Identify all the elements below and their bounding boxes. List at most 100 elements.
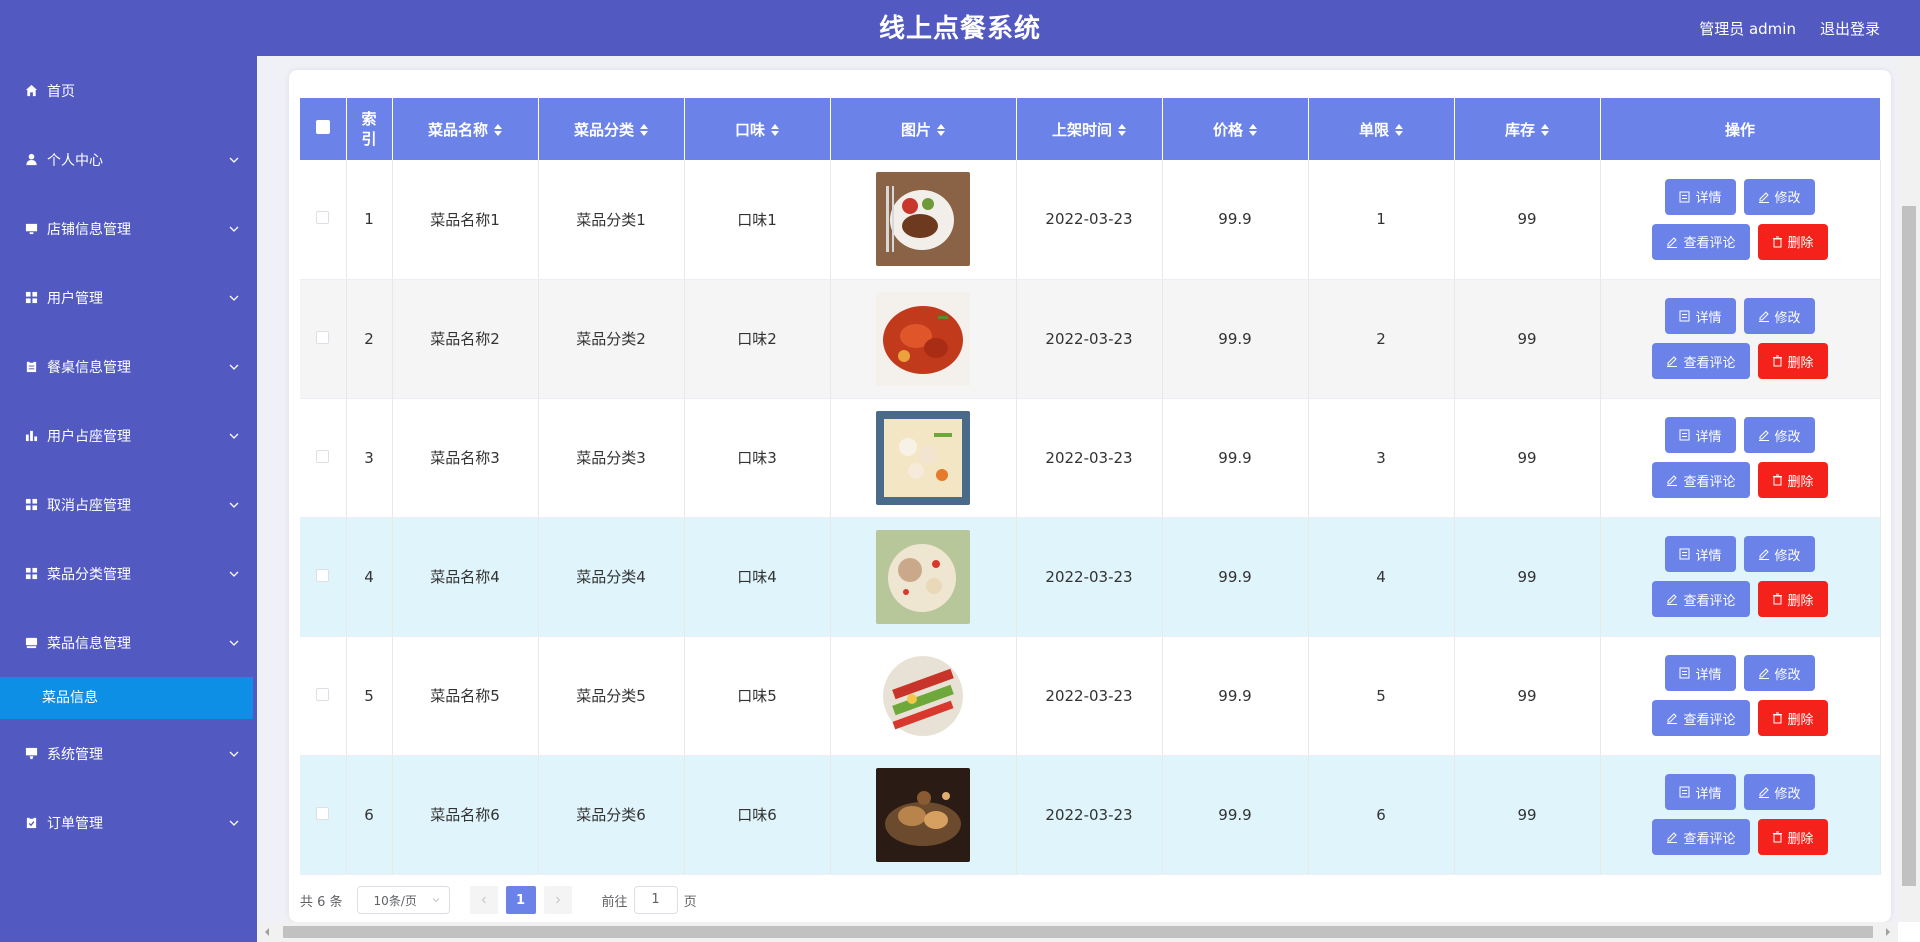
bar-chart-icon [24,429,38,443]
edit-button[interactable]: 修改 [1743,417,1815,453]
sort-icon[interactable] [1249,124,1257,136]
sidebar-item-label: 用户管理 [47,290,103,307]
column-header-date[interactable]: 上架时间 [1016,98,1163,160]
detail-button[interactable]: 详情 [1665,774,1736,810]
delete-button[interactable]: 删除 [1757,343,1828,379]
view-comments-button[interactable]: 查看评论 [1652,819,1750,855]
sidebar-item-shop-info[interactable]: 店铺信息管理 [0,194,257,263]
sidebar-item-label: 订单管理 [47,815,103,832]
cell-flavor: 口味3 [684,398,831,518]
column-header-limit[interactable]: 单限 [1308,98,1455,160]
grid-icon [24,498,38,512]
dish-image[interactable] [876,648,970,743]
edit-button[interactable]: 修改 [1743,774,1815,810]
row-checkbox[interactable] [316,687,330,701]
detail-button[interactable]: 详情 [1665,536,1736,572]
table-card: 索引 菜品名称 菜品分类 口味 图片 上架时间 价格 单限 库存 操作 1 菜品… [289,70,1891,922]
column-header-flavor[interactable]: 口味 [684,98,831,160]
cell-index: 6 [346,755,393,875]
vertical-scroll-thumb[interactable] [1902,206,1916,886]
dish-image[interactable] [876,529,970,624]
goto-prefix: 前往 [601,894,628,910]
detail-button[interactable]: 详情 [1665,178,1736,215]
column-header-stock[interactable]: 库存 [1454,98,1601,160]
row-checkbox[interactable] [316,330,330,344]
delete-button[interactable]: 删除 [1757,700,1828,736]
delete-button[interactable]: 删除 [1757,223,1828,260]
pencil-icon [1758,787,1769,798]
select-all-checkbox[interactable] [315,120,330,134]
next-page-button[interactable] [543,886,572,914]
logout-button[interactable]: 退出登录 [1820,18,1880,39]
cell-index: 3 [346,398,393,518]
view-comments-button[interactable]: 查看评论 [1652,462,1750,498]
sort-icon[interactable] [1395,124,1403,136]
row-checkbox[interactable] [316,806,330,820]
goto-page-input[interactable]: 1 [633,886,678,914]
detail-button[interactable]: 详情 [1665,417,1736,453]
edit-button[interactable]: 修改 [1743,178,1815,215]
dish-image[interactable] [876,172,970,267]
sidebar-item-cancel-reservation[interactable]: 取消占座管理 [0,470,257,539]
delete-button[interactable]: 删除 [1757,819,1828,855]
sidebar-item-user-management[interactable]: 用户管理 [0,263,257,332]
sidebar-item-dish-info[interactable]: 菜品信息管理 [0,608,257,677]
column-header-category[interactable]: 菜品分类 [538,98,685,160]
dish-image[interactable] [876,410,970,505]
chevron-down-icon [432,898,439,903]
column-header-name[interactable]: 菜品名称 [392,98,539,160]
sidebar-item-order-management[interactable]: 订单管理 [0,788,257,857]
column-header-image[interactable]: 图片 [830,98,1017,160]
sidebar-item-dish-category[interactable]: 菜品分类管理 [0,539,257,608]
column-header-price[interactable]: 价格 [1162,98,1309,160]
vertical-scrollbar[interactable] [1898,56,1920,922]
sidebar-subitem-dish-info[interactable]: 菜品信息 [0,677,253,719]
page-number-current[interactable]: 1 [505,886,536,914]
sort-icon[interactable] [771,124,779,136]
edit-button[interactable]: 修改 [1743,298,1815,334]
sort-icon[interactable] [1118,124,1126,136]
sort-icon[interactable] [494,124,502,136]
cell-stock: 99 [1454,279,1601,399]
dish-image[interactable] [876,767,970,862]
row-actions: 详情 修改 查看评论 删除 [1601,774,1880,855]
cell-name: 菜品名称4 [392,517,539,637]
select-all-header[interactable] [300,98,347,160]
prev-page-button[interactable] [469,886,498,914]
view-comments-button[interactable]: 查看评论 [1652,343,1750,379]
admin-user-label[interactable]: 管理员 admin [1699,18,1796,39]
horizontal-scroll-thumb[interactable] [283,926,1873,938]
trash-icon [1772,355,1782,367]
cell-name: 菜品名称6 [392,755,539,875]
page-size-select[interactable]: 10条/页 [356,886,450,914]
sidebar: 首页 个人中心 店铺信息管理 用户管理 餐桌信息管理 用户占座管理 取消占座管理… [0,56,257,942]
sidebar-item-table-info[interactable]: 餐桌信息管理 [0,332,257,401]
cell-name: 菜品名称3 [392,398,539,518]
view-comments-button[interactable]: 查看评论 [1652,223,1750,260]
detail-button[interactable]: 详情 [1665,655,1736,691]
row-checkbox[interactable] [316,449,330,463]
delete-button[interactable]: 删除 [1757,581,1828,617]
row-checkbox[interactable] [316,211,330,225]
view-comments-button[interactable]: 查看评论 [1652,581,1750,617]
sidebar-item-seat-reservation[interactable]: 用户占座管理 [0,401,257,470]
edit-button[interactable]: 修改 [1743,655,1815,691]
view-comments-button[interactable]: 查看评论 [1652,700,1750,736]
sort-icon[interactable] [640,124,648,136]
sort-icon[interactable] [1541,124,1549,136]
row-checkbox[interactable] [316,568,330,582]
scroll-left-icon[interactable] [263,927,271,937]
dish-image[interactable] [876,291,970,386]
detail-button[interactable]: 详情 [1665,298,1736,334]
sidebar-item-personal-center[interactable]: 个人中心 [0,125,257,194]
edit-button[interactable]: 修改 [1743,536,1815,572]
horizontal-scrollbar[interactable] [257,922,1898,942]
scroll-right-icon[interactable] [1884,927,1892,937]
sort-icon[interactable] [937,124,945,136]
delete-button[interactable]: 删除 [1757,462,1828,498]
cell-limit: 4 [1308,517,1455,637]
cell-date: 2022-03-23 [1016,279,1163,399]
sidebar-item-system-management[interactable]: 系统管理 [0,719,257,788]
cell-category: 菜品分类2 [538,279,685,399]
sidebar-item-home[interactable]: 首页 [0,56,257,125]
